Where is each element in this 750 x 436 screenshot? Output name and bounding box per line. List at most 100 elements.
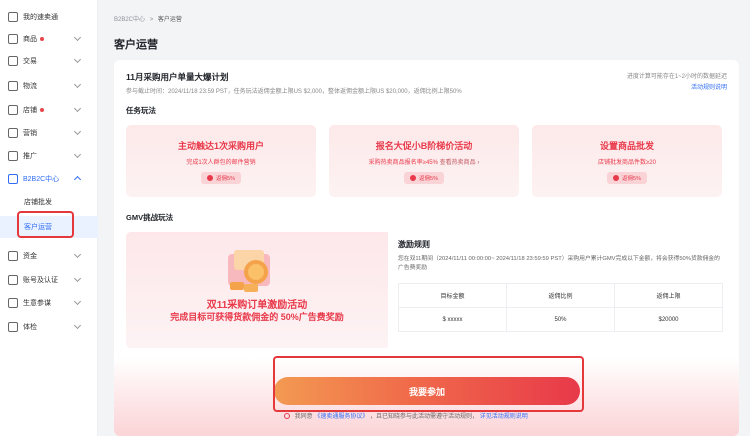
chevron-down-icon: [73, 55, 82, 64]
b2b2c-icon: [8, 174, 18, 184]
gmv-banner-subline: 完成目标可获得货款佣金的 50%广告费奖励: [170, 312, 344, 322]
breadcrumb-parent[interactable]: B2B2C中心: [114, 17, 145, 23]
sidebar-item-shop[interactable]: 店铺: [0, 99, 98, 121]
task-desc: 完成1次人群包的邮件营销: [186, 160, 256, 166]
marketing-icon: [8, 128, 18, 138]
data-delay-notice: 进度计算可能存在1~2小时的数据延迟: [626, 74, 727, 80]
chevron-down-icon: [73, 80, 82, 89]
table-cell: $ xxxxx: [398, 307, 507, 332]
sidebar-item-account[interactable]: 账号及认证: [0, 269, 98, 291]
breadcrumb-separator: >: [149, 17, 154, 23]
table-cell: $20000: [614, 307, 723, 332]
reward-badge: 返佣5%: [404, 172, 444, 184]
sidebar-item-label: 商品: [23, 36, 37, 43]
chevron-down-icon: [73, 150, 82, 159]
checkup-icon: [8, 322, 18, 332]
sidebar-item-home[interactable]: 我的速卖通: [0, 6, 98, 28]
notification-dot: [40, 37, 44, 41]
gmv-banner-headline: 双11采购订单激励活动: [206, 300, 308, 311]
activity-rules-link[interactable]: 详见活动规则说明: [480, 414, 528, 420]
incentive-title: 激励规则: [398, 240, 430, 249]
sidebar-item-label: 体检: [23, 324, 37, 331]
funds-icon: [8, 251, 18, 261]
reward-table: 目标金额 返佣比例 返佣上限 $ xxxxx 50% $20000: [398, 283, 723, 332]
analytics-icon: [8, 298, 18, 308]
sidebar-item-label: 推广: [23, 153, 37, 160]
sidebar-item-label: B2B2C中心: [23, 176, 60, 183]
table-header: 返佣上限: [614, 283, 723, 308]
coin-icon: [410, 175, 417, 181]
agreement-middle: ，且已知晓参与此活动需遵守活动规则，: [370, 414, 479, 420]
notification-dot: [40, 108, 44, 112]
task-title: 设置商品批发: [599, 141, 654, 151]
sidebar-item-label: 我的速卖通: [23, 14, 58, 21]
table-header-row: 目标金额 返佣比例 返佣上限: [398, 283, 723, 308]
truck-icon: [8, 81, 18, 91]
table-row: $ xxxxx 50% $20000: [398, 307, 723, 332]
sidebar-item-checkup[interactable]: 体检: [0, 316, 98, 338]
coin-icon: [207, 175, 214, 181]
sidebar-item-b2b2c[interactable]: B2B2C中心: [0, 168, 98, 190]
chevron-down-icon: [73, 127, 82, 136]
task-desc: 店铺批发商品件数≥20: [598, 160, 656, 166]
coin-icon: [613, 175, 620, 181]
sidebar-item-funds[interactable]: 资金: [0, 245, 98, 267]
shop-icon: [8, 105, 18, 115]
sidebar-item-label: 店铺: [23, 107, 37, 114]
reward-badge: 返佣5%: [607, 172, 647, 184]
account-icon: [8, 275, 18, 285]
sidebar-item-label: 交易: [23, 58, 37, 65]
sidebar-item-logistics[interactable]: 物流: [0, 75, 98, 97]
chevron-down-icon: [73, 104, 82, 113]
incentive-desc: 您在双11期间（2024/11/11 00:00:00~ 2024/11/18 …: [398, 256, 720, 271]
sidebar-item-label: 营销: [23, 130, 37, 137]
gift-coin-icon: [228, 250, 270, 292]
chevron-down-icon: [73, 297, 82, 306]
promote-icon: [8, 151, 18, 161]
sidebar-subitem-shop-wholesale[interactable]: 店铺批发: [0, 191, 98, 213]
task-title: 报名大促小B阶梯价活动: [375, 141, 473, 151]
sidebar-item-label: 生意参谋: [23, 300, 51, 307]
agree-checkbox[interactable]: [284, 413, 290, 420]
chevron-down-icon: [73, 274, 82, 283]
agreement-prefix: 我同意: [294, 414, 313, 420]
chevron-down-icon: [73, 321, 82, 330]
breadcrumb: B2B2C中心 > 客户运营: [114, 14, 182, 23]
tasks-section-title: 任务玩法: [126, 106, 156, 115]
sidebar-item-label: 资金: [23, 253, 37, 260]
task-title: 主动触达1次采购用户: [177, 141, 264, 151]
task-desc: 采购热卖商品报名率≥45% 查看热卖商品 ›: [368, 160, 480, 166]
sidebar-item-promote[interactable]: 推广: [0, 145, 98, 167]
sidebar-item-label: 账号及认证: [23, 277, 58, 284]
sidebar-subitem-label: 店铺批发: [24, 199, 52, 206]
home-icon: [8, 12, 18, 22]
chevron-down-icon: [73, 33, 82, 42]
agreement-row: 我同意 《速卖通服务协议》 ，且已知晓参与此活动需遵守活动规则， 详见活动规则说…: [284, 411, 528, 420]
reward-badge: 返佣5%: [201, 172, 241, 184]
plan-title: 11月采购用户单量大爆计划: [126, 72, 229, 82]
trade-icon: [8, 56, 18, 66]
service-agreement-link[interactable]: 《速卖通服务协议》: [314, 414, 368, 420]
sidebar-item-label: 物流: [23, 83, 37, 90]
sidebar-item-product[interactable]: 商品: [0, 28, 98, 50]
product-icon: [8, 34, 18, 44]
sidebar-item-analytics[interactable]: 生意参谋: [0, 292, 98, 314]
plan-info: 参与截止时间：2024/11/18 23:59 PST，任务玩法返佣金额上限US…: [126, 89, 462, 95]
table-cell: 50%: [506, 307, 615, 332]
table-header: 返佣比例: [506, 283, 615, 308]
chevron-up-icon: [73, 175, 82, 184]
incentive-rules: 激励规则 您在双11期间（2024/11/11 00:00:00~ 2024/1…: [388, 232, 729, 348]
gmv-banner: 双11采购订单激励活动 完成目标可获得货款佣金的 50%广告费奖励: [126, 232, 388, 348]
breadcrumb-current: 客户运营: [157, 17, 182, 23]
task-card[interactable]: 主动触达1次采购用户 完成1次人群包的邮件营销 返佣5%: [126, 125, 316, 197]
gmv-challenge-box: 双11采购订单激励活动 完成目标可获得货款佣金的 50%广告费奖励 激励规则 您…: [126, 232, 729, 348]
task-card[interactable]: 报名大促小B阶梯价活动 采购热卖商品报名率≥45% 查看热卖商品 › 返佣5%: [329, 125, 519, 197]
sidebar-item-marketing[interactable]: 营销: [0, 122, 98, 144]
gmv-section-title: GMV挑战玩法: [126, 213, 174, 222]
table-header: 目标金额: [398, 283, 507, 308]
hot-products-link[interactable]: 查看热卖商品 ›: [440, 160, 480, 166]
sidebar-item-trade[interactable]: 交易: [0, 50, 98, 72]
highlight-outline-join: [273, 356, 584, 412]
task-card[interactable]: 设置商品批发 店铺批发商品件数≥20 返佣5%: [532, 125, 722, 197]
rule-link[interactable]: 活动规则说明: [691, 82, 727, 91]
